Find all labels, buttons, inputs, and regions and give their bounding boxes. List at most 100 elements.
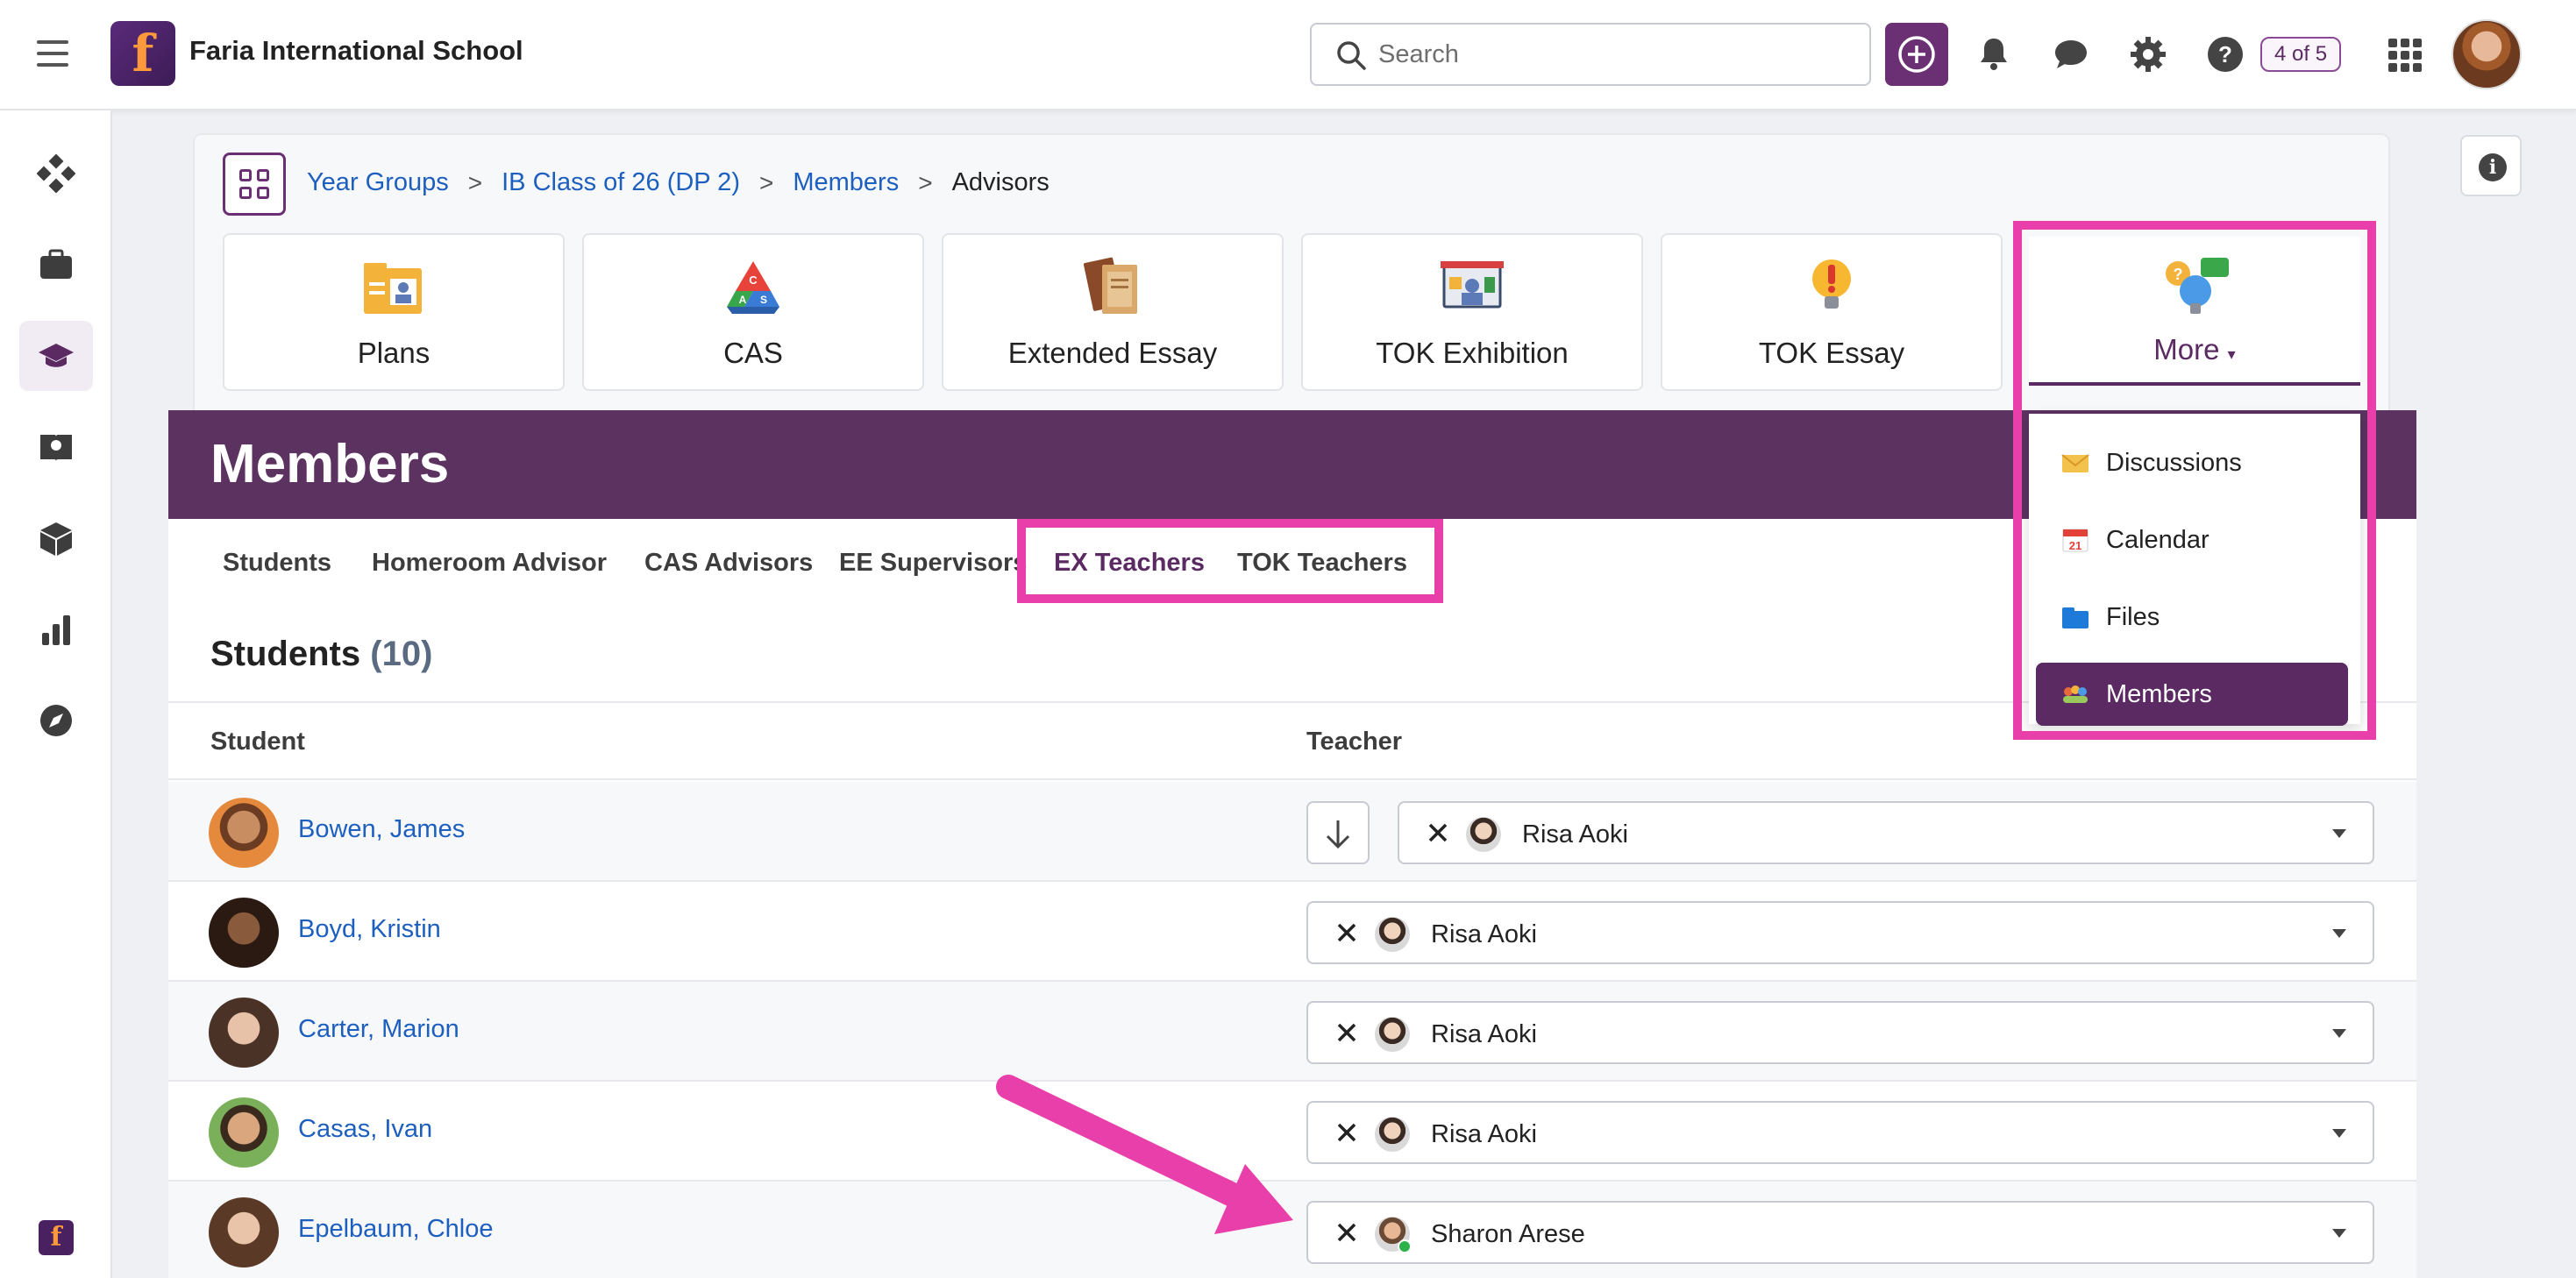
breadcrumb-class[interactable]: IB Class of 26 (DP 2)	[502, 168, 740, 197]
clear-x-icon[interactable]	[1334, 1120, 1359, 1145]
sidebar-item-analytics[interactable]	[19, 594, 93, 664]
tile-label: CAS	[723, 337, 783, 369]
tab-ee-supervisors[interactable]: EE Supervisors	[839, 549, 1027, 578]
highlight-ex-tok-tabs	[1017, 519, 1443, 603]
clear-x-icon[interactable]	[1334, 1220, 1359, 1245]
teacher-avatar	[1375, 917, 1410, 952]
teacher-select[interactable]: Risa Aoki	[1306, 901, 2374, 964]
sidebar-item-graduation[interactable]	[19, 321, 93, 391]
tab-cas-advisors[interactable]: CAS Advisors	[644, 549, 813, 578]
bell-icon[interactable]	[1973, 33, 2015, 75]
grid-square-icon	[257, 169, 269, 181]
breadcrumb-year-groups[interactable]: Year Groups	[307, 168, 449, 197]
student-name-link[interactable]: Carter, Marion	[298, 1015, 459, 1044]
teacher-select[interactable]: Sharon Arese	[1306, 1201, 2374, 1264]
student-name-link[interactable]: Boyd, Kristin	[298, 915, 441, 944]
school-logo[interactable]: f	[110, 21, 175, 86]
sidebar-item-globe-book[interactable]	[19, 412, 93, 482]
online-status-dot	[1398, 1239, 1412, 1253]
top-bar: f Faria International School ? 4 of 5	[0, 0, 2576, 110]
chevron-right-icon: >	[918, 168, 933, 196]
teacher-select[interactable]: Risa Aoki	[1306, 1001, 2374, 1064]
student-name-link[interactable]: Bowen, James	[298, 815, 465, 844]
teacher-name: Risa Aoki	[1431, 1120, 1537, 1148]
copy-down-button[interactable]	[1306, 801, 1370, 864]
cube-icon	[40, 522, 72, 556]
bar-chart-icon	[42, 615, 70, 645]
sidebar-item-cube[interactable]	[19, 503, 93, 573]
chevron-right-icon: >	[758, 168, 774, 196]
info-button[interactable]: i	[2460, 135, 2522, 196]
tile-cas[interactable]: CAS CAS	[582, 233, 924, 391]
breadcrumb-apps-button[interactable]	[223, 153, 286, 216]
sidebar-item-briefcase[interactable]	[19, 230, 93, 300]
hamburger-menu-icon[interactable]	[37, 40, 68, 68]
plans-icon	[364, 263, 422, 314]
teacher-name: Risa Aoki	[1522, 820, 1628, 848]
caret-down-icon[interactable]	[2332, 929, 2346, 938]
tile-extended-essay[interactable]: Extended Essay	[942, 233, 1284, 391]
column-header-teacher: Teacher	[1306, 728, 1403, 756]
caret-down-icon[interactable]	[2332, 1229, 2346, 1238]
page-title: Members	[210, 434, 450, 494]
sidebar-faria-logo: f	[39, 1220, 74, 1255]
breadcrumb-members[interactable]: Members	[793, 168, 899, 197]
grid-square-icon	[239, 169, 252, 181]
help-icon[interactable]: ?	[2204, 33, 2246, 75]
teacher-select[interactable]: Risa Aoki	[1398, 801, 2374, 864]
student-avatar	[209, 898, 279, 968]
notification-count-badge[interactable]: 4 of 5	[2260, 37, 2342, 72]
student-avatar	[209, 798, 279, 868]
school-name: Faria International School	[189, 35, 523, 66]
annotation-arrow	[996, 1075, 1293, 1234]
compass-icon	[40, 705, 72, 736]
briefcase-icon	[40, 249, 72, 279]
clear-x-icon[interactable]	[1426, 820, 1450, 845]
teacher-select[interactable]: Risa Aoki	[1306, 1101, 2374, 1164]
student-avatar	[209, 1197, 279, 1267]
clear-x-icon[interactable]	[1334, 1020, 1359, 1045]
search-box[interactable]	[1310, 23, 1871, 86]
tab-homeroom-advisor[interactable]: Homeroom Advisor	[372, 549, 607, 578]
table-row: Carter, Marion Risa Aoki	[168, 982, 2416, 1082]
student-avatar	[209, 1097, 279, 1168]
svg-text:S: S	[760, 294, 767, 306]
caret-down-icon[interactable]	[2332, 829, 2346, 838]
section-title-text: Students	[210, 635, 361, 673]
plus-circle-icon	[1898, 36, 1935, 73]
arrow-down-icon	[1326, 820, 1350, 849]
tok-exhibition-icon	[1441, 261, 1504, 309]
section-count: (10)	[370, 635, 433, 673]
tile-tok-exhibition[interactable]: TOK Exhibition	[1301, 233, 1643, 391]
grid-square-icon	[257, 187, 269, 199]
breadcrumb: Year Groups > IB Class of 26 (DP 2) > Me…	[307, 168, 1050, 197]
sidebar-item-compass[interactable]	[19, 685, 93, 756]
tile-tok-essay[interactable]: TOK Essay	[1661, 233, 2003, 391]
student-avatar	[209, 998, 279, 1068]
cas-icon: CA S	[727, 261, 779, 314]
gear-icon[interactable]	[2127, 33, 2169, 75]
caret-down-icon[interactable]	[2332, 1029, 2346, 1038]
teacher-name: Risa Aoki	[1431, 1020, 1537, 1048]
tile-label: TOK Exhibition	[1376, 337, 1569, 369]
tab-students[interactable]: Students	[223, 549, 331, 578]
svg-text:A: A	[739, 294, 747, 306]
sidebar-item-dashboard[interactable]	[19, 138, 93, 209]
chat-icon[interactable]	[2050, 33, 2092, 75]
clear-x-icon[interactable]	[1334, 920, 1359, 945]
apps-grid-icon[interactable]	[2388, 39, 2422, 72]
student-name-link[interactable]: Epelbaum, Chloe	[298, 1215, 493, 1244]
highlight-more-menu	[2013, 221, 2376, 740]
globe-book-icon	[40, 435, 72, 461]
breadcrumb-current: Advisors	[951, 168, 1050, 196]
svg-text:?: ?	[2218, 41, 2232, 67]
student-name-link[interactable]: Casas, Ivan	[298, 1115, 432, 1144]
tok-essay-icon	[1812, 259, 1851, 309]
user-avatar[interactable]	[2451, 19, 2522, 89]
teacher-name: Risa Aoki	[1431, 920, 1537, 948]
search-input[interactable]	[1378, 37, 1852, 72]
caret-down-icon[interactable]	[2332, 1129, 2346, 1138]
tile-plans[interactable]: Plans	[223, 233, 565, 391]
create-button[interactable]	[1885, 23, 1948, 86]
tile-label: Extended Essay	[1007, 337, 1218, 369]
